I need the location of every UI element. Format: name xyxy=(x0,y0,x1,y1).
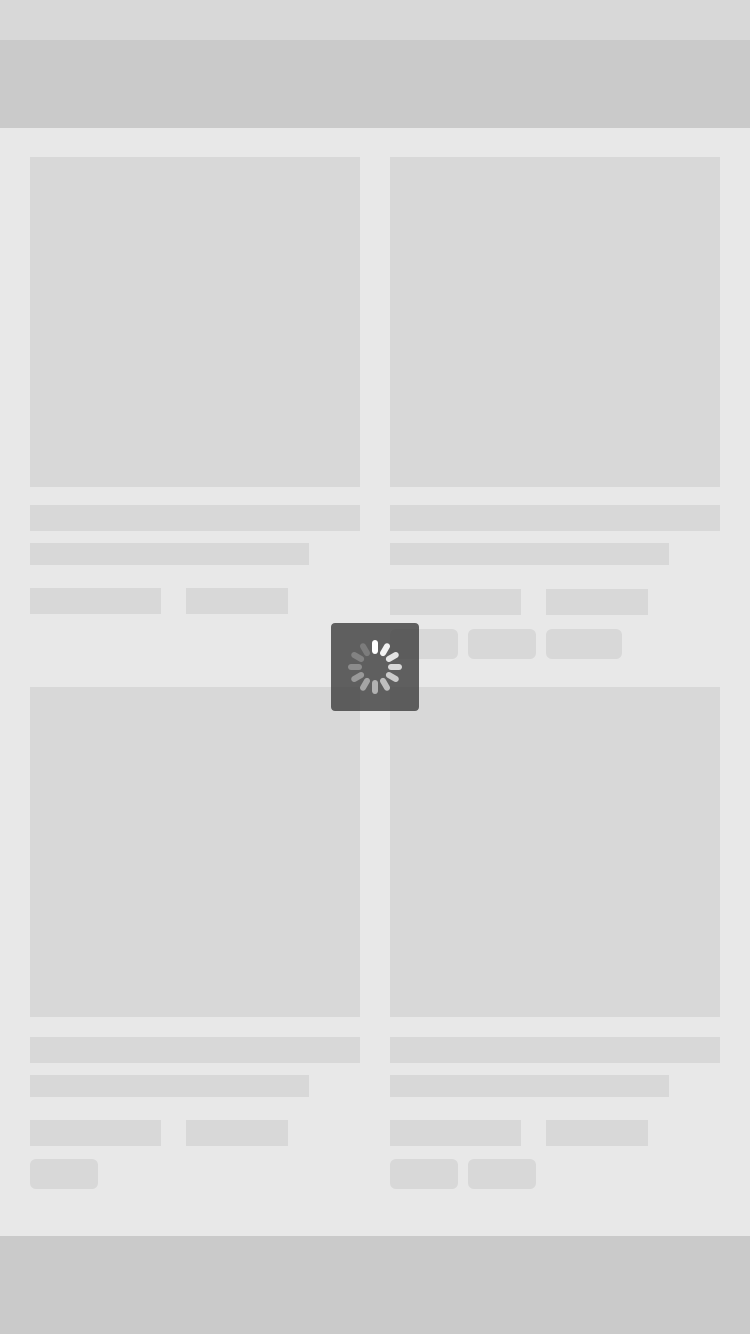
image-placeholder xyxy=(390,687,720,1017)
meta-placeholder xyxy=(186,588,288,614)
spinner-icon xyxy=(348,640,402,694)
navigation-bar xyxy=(0,40,750,128)
image-placeholder xyxy=(390,157,720,487)
subtitle-placeholder xyxy=(30,1075,309,1097)
meta-placeholder xyxy=(546,589,648,615)
image-placeholder xyxy=(30,687,360,1017)
meta-placeholder xyxy=(186,1120,288,1146)
tag-placeholder xyxy=(30,1159,98,1189)
price-placeholder xyxy=(390,589,521,615)
tab-bar xyxy=(0,1236,750,1334)
subtitle-placeholder xyxy=(30,543,309,565)
price-placeholder xyxy=(30,588,161,614)
price-placeholder xyxy=(30,1120,161,1146)
tag-placeholder xyxy=(546,629,622,659)
subtitle-placeholder xyxy=(390,543,669,565)
tag-placeholder xyxy=(468,629,536,659)
price-placeholder xyxy=(390,1120,521,1146)
subtitle-placeholder xyxy=(390,1075,669,1097)
tag-placeholder xyxy=(468,1159,536,1189)
image-placeholder xyxy=(30,157,360,487)
title-placeholder xyxy=(390,1037,720,1063)
title-placeholder xyxy=(30,1037,360,1063)
tag-placeholder xyxy=(390,1159,458,1189)
status-bar xyxy=(0,0,750,40)
loading-indicator xyxy=(331,623,419,711)
title-placeholder xyxy=(390,505,720,531)
meta-placeholder xyxy=(546,1120,648,1146)
title-placeholder xyxy=(30,505,360,531)
